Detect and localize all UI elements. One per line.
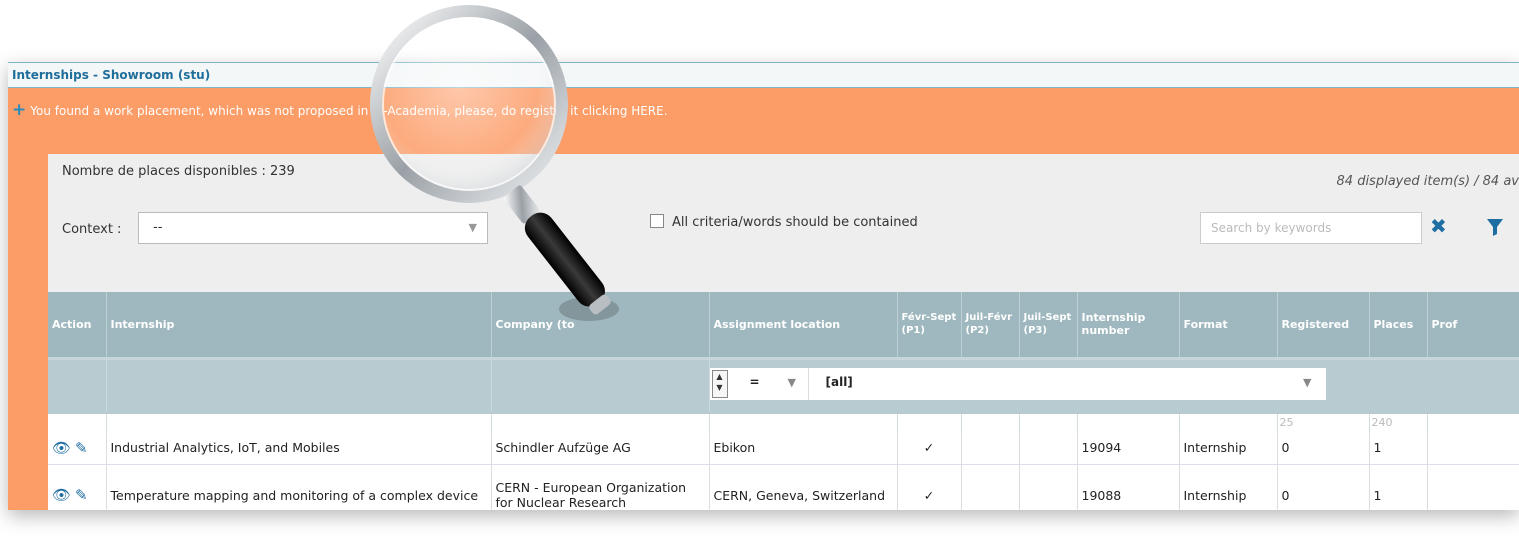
col-internship[interactable]: Internship bbox=[106, 292, 492, 358]
cell-format: Internship bbox=[1179, 464, 1278, 510]
table-row[interactable]: 👁 ✎ Temperature mapping and monitoring o… bbox=[48, 464, 1519, 510]
col-p3[interactable]: Juil-Sept (P3) bbox=[1019, 292, 1078, 358]
chevron-down-icon: ▼ bbox=[468, 221, 477, 234]
spinner-icon[interactable]: ▲ ▼ bbox=[711, 369, 728, 398]
content-area: + You found a work placement, which was n… bbox=[8, 88, 1519, 510]
cell-internship: Temperature mapping and monitoring of a … bbox=[106, 464, 492, 510]
cell-company: CERN - European Organization for Nuclear… bbox=[491, 464, 710, 510]
cell-places: 1 bbox=[1369, 432, 1428, 465]
context-select[interactable]: -- ▼ bbox=[138, 212, 488, 244]
cell-format: Internship bbox=[1179, 432, 1278, 465]
col-prof[interactable]: Prof bbox=[1427, 292, 1519, 358]
cell-location: Ebikon bbox=[709, 432, 898, 465]
col-action[interactable]: Action bbox=[48, 292, 107, 358]
location-filter[interactable]: ▲ ▼ = ▼ [all] ▼ bbox=[709, 367, 1326, 400]
chevron-down-icon: ▼ bbox=[787, 375, 796, 389]
context-value: -- bbox=[153, 220, 163, 235]
register-link[interactable]: + You found a work placement, which was n… bbox=[12, 100, 668, 120]
col-format[interactable]: Format bbox=[1179, 292, 1278, 358]
places-total: 240 bbox=[1369, 410, 1428, 432]
col-number[interactable]: Internship number bbox=[1077, 292, 1180, 358]
context-label: Context : bbox=[62, 222, 122, 237]
col-registered[interactable]: Registered bbox=[1277, 292, 1370, 358]
internships-table: Action Internship Company (to Assignment… bbox=[48, 292, 1519, 510]
filter-operator[interactable]: = bbox=[750, 375, 760, 389]
edit-icon[interactable]: ✎ bbox=[75, 487, 88, 503]
cell-company: Schindler Aufzüge AG bbox=[491, 432, 710, 465]
cell-number: 19094 bbox=[1077, 432, 1180, 465]
filter-row: ▲ ▼ = ▼ [all] ▼ bbox=[48, 356, 1519, 412]
row-actions: 👁 ✎ bbox=[48, 464, 107, 510]
window-title: Internships - Showroom (stu) bbox=[8, 62, 1519, 88]
cell-location: CERN, Geneva, Switzerland bbox=[709, 464, 898, 510]
register-text: You found a work placement, which was no… bbox=[30, 104, 668, 118]
cell-registered: 0 bbox=[1277, 432, 1370, 465]
col-location[interactable]: Assignment location bbox=[709, 292, 898, 358]
filter-value[interactable]: [all] bbox=[826, 375, 853, 389]
all-criteria-label: All criteria/words should be contained bbox=[672, 215, 918, 230]
col-company[interactable]: Company (to bbox=[491, 292, 710, 358]
col-p1[interactable]: Févr-Sept (P1) bbox=[897, 292, 962, 358]
col-p2[interactable]: Juil-Févr (P2) bbox=[961, 292, 1020, 358]
summary-row: 25 240 bbox=[48, 410, 1519, 432]
cell-places: 1 bbox=[1369, 464, 1428, 510]
checkbox-box[interactable] bbox=[650, 214, 664, 228]
check-icon: ✓ bbox=[897, 432, 962, 465]
filter-icon[interactable] bbox=[1486, 218, 1504, 236]
plus-icon: + bbox=[12, 100, 27, 120]
search-input[interactable]: Search by keywords bbox=[1200, 212, 1422, 244]
clear-icon[interactable]: ✖ bbox=[1430, 214, 1447, 238]
view-icon[interactable]: 👁 bbox=[52, 439, 71, 457]
search-panel: Nombre de places disponibles : 239 84 di… bbox=[48, 154, 1519, 510]
showroom-window: Internships - Showroom (stu) + You found … bbox=[8, 62, 1519, 510]
check-icon: ✓ bbox=[897, 464, 962, 510]
displayed-count: 84 displayed item(s) / 84 av bbox=[1336, 174, 1519, 189]
edit-icon[interactable]: ✎ bbox=[75, 439, 88, 457]
row-actions: 👁 ✎ bbox=[48, 432, 107, 465]
registered-total: 25 bbox=[1277, 410, 1370, 432]
places-available: Nombre de places disponibles : 239 bbox=[62, 164, 295, 179]
cell-registered: 0 bbox=[1277, 464, 1370, 510]
header-row: Action Internship Company (to Assignment… bbox=[48, 292, 1519, 358]
all-criteria-checkbox[interactable]: All criteria/words should be contained bbox=[650, 214, 918, 230]
cell-number: 19088 bbox=[1077, 464, 1180, 510]
cell-internship: Industrial Analytics, IoT, and Mobiles bbox=[106, 432, 492, 465]
chevron-down-icon: ▼ bbox=[1303, 375, 1312, 389]
view-icon[interactable]: 👁 bbox=[52, 487, 71, 503]
location-filter-cell: ▲ ▼ = ▼ [all] ▼ bbox=[709, 356, 1519, 412]
col-places[interactable]: Places bbox=[1369, 292, 1428, 358]
table-row[interactable]: 👁 ✎ Industrial Analytics, IoT, and Mobil… bbox=[48, 432, 1519, 465]
